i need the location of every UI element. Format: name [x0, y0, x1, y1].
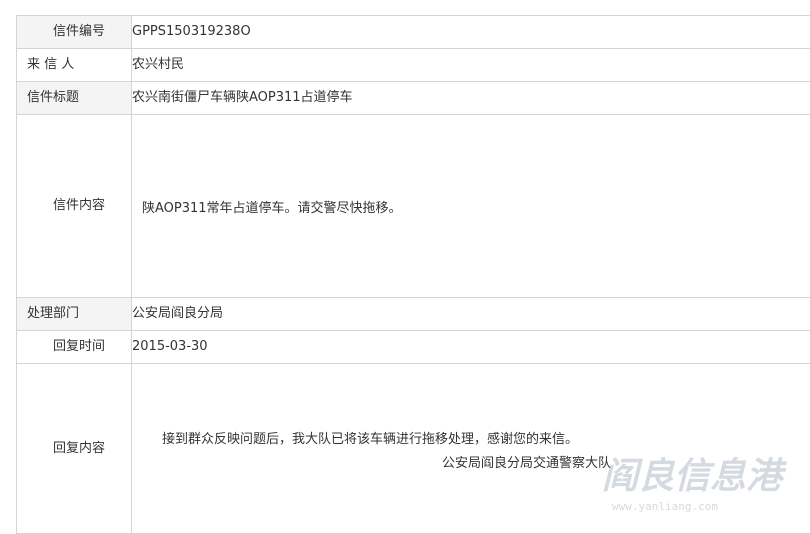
handling-dept-label: 处理部门 [17, 305, 131, 323]
letter-title-label-cell: 信件标题 [17, 82, 132, 115]
row-letter-title: 信件标题 农兴南街僵尸车辆陕AOP311占道停车 [17, 82, 810, 115]
letter-title-label: 信件标题 [17, 89, 131, 107]
reply-signature: 公安局阎良分局交通警察大队 [132, 455, 810, 473]
letter-number-label: 信件编号 [17, 23, 131, 41]
handling-dept-value-cell: 公安局阎良分局 [132, 298, 810, 331]
letter-content-label: 信件内容 [17, 197, 131, 215]
letter-title-value: 农兴南街僵尸车辆陕AOP311占道停车 [132, 89, 810, 107]
sender-label: 来 信 人 [17, 56, 131, 74]
row-sender: 来 信 人 农兴村民 [17, 49, 810, 82]
reply-time-value: 2015-03-30 [132, 338, 810, 356]
letter-title-value-cell: 农兴南街僵尸车辆陕AOP311占道停车 [132, 82, 810, 115]
reply-content-value: 接到群众反映问题后，我大队已将该车辆进行拖移处理，感谢您的来信。 [132, 425, 810, 449]
letter-content-value-cell: 陕AOP311常年占道停车。请交警尽快拖移。 [132, 115, 810, 298]
reply-content-label-cell: 回复内容 [17, 364, 132, 534]
reply-content-value-cell: 接到群众反映问题后，我大队已将该车辆进行拖移处理，感谢您的来信。 公安局阎良分局… [132, 364, 810, 534]
reply-time-label: 回复时间 [17, 338, 131, 356]
letter-number-value: GPPS150319238O [132, 23, 810, 41]
row-letter-content: 信件内容 陕AOP311常年占道停车。请交警尽快拖移。 [17, 115, 810, 298]
row-handling-dept: 处理部门 公安局阎良分局 [17, 298, 810, 331]
page: 信件编号 GPPS150319238O 来 信 人 农兴村民 信件标题 农兴南街… [0, 0, 810, 528]
letter-number-label-cell: 信件编号 [17, 16, 132, 49]
letter-content-value: 陕AOP311常年占道停车。请交警尽快拖移。 [132, 194, 810, 218]
letter-content-label-cell: 信件内容 [17, 115, 132, 298]
row-reply-time: 回复时间 2015-03-30 [17, 331, 810, 364]
letter-detail-table: 信件编号 GPPS150319238O 来 信 人 农兴村民 信件标题 农兴南街… [16, 15, 810, 534]
sender-value: 农兴村民 [132, 56, 810, 74]
sender-value-cell: 农兴村民 [132, 49, 810, 82]
reply-time-label-cell: 回复时间 [17, 331, 132, 364]
row-letter-number: 信件编号 GPPS150319238O [17, 16, 810, 49]
row-reply-content: 回复内容 接到群众反映问题后，我大队已将该车辆进行拖移处理，感谢您的来信。 公安… [17, 364, 810, 534]
reply-time-value-cell: 2015-03-30 [132, 331, 810, 364]
letter-number-value-cell: GPPS150319238O [132, 16, 810, 49]
reply-content-label: 回复内容 [17, 440, 131, 458]
handling-dept-label-cell: 处理部门 [17, 298, 132, 331]
sender-label-cell: 来 信 人 [17, 49, 132, 82]
handling-dept-value: 公安局阎良分局 [132, 305, 810, 323]
